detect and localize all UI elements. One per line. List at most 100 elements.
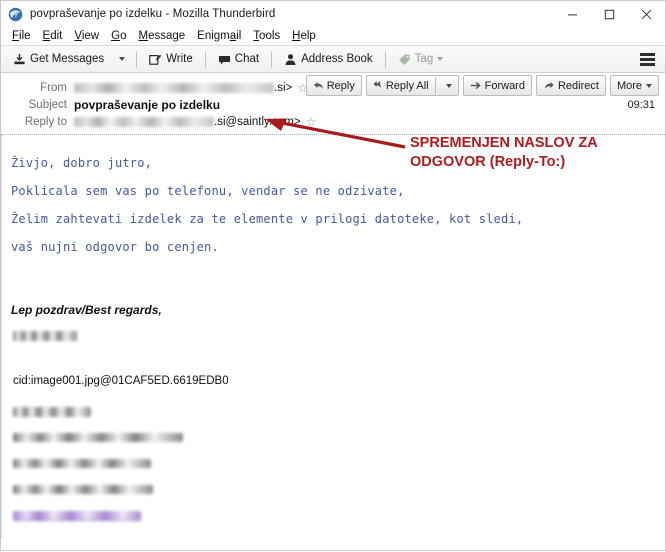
reply-label: Reply <box>326 79 355 92</box>
annotation-text: SPREMENJEN NASLOV ZA ODGOVOR (Reply-To:) <box>410 134 598 172</box>
sender-name-redacted <box>13 331 77 341</box>
write-label: Write <box>166 53 193 65</box>
menu-file[interactable]: File <box>6 27 37 45</box>
chat-button[interactable]: Chat <box>212 49 265 70</box>
minimize-button[interactable] <box>554 1 591 27</box>
menu-file-accel: F <box>12 30 20 42</box>
toolbar-separator-1 <box>136 50 138 68</box>
redirect-button[interactable]: Redirect <box>535 75 606 96</box>
more-button[interactable]: More <box>609 75 659 96</box>
toolbar-separator-3 <box>271 50 273 68</box>
thunderbird-icon <box>8 7 23 21</box>
hamburger-menu-icon[interactable] <box>638 50 657 69</box>
window-controls <box>554 1 665 27</box>
menu-edit[interactable]: Edit <box>37 27 69 45</box>
message-body: Živjo, dobro jutro, Poklicala sem vas po… <box>1 135 665 537</box>
header-row-subject: Subject povpraševanje po izdelku <box>1 96 665 113</box>
from-address-suffix: .si> <box>274 81 293 94</box>
chevron-down-icon <box>445 83 452 88</box>
pencil-compose-icon <box>149 53 162 66</box>
close-button[interactable] <box>628 1 665 27</box>
maximize-button[interactable] <box>591 1 628 27</box>
address-book-label: Address Book <box>301 53 373 65</box>
menu-bar: File Edit View Go Message Enigmail Tools… <box>1 27 665 46</box>
reply-arrow-icon <box>313 80 324 91</box>
chat-label: Chat <box>234 53 260 65</box>
menu-message[interactable]: Message <box>132 27 191 45</box>
tag-button[interactable]: Tag <box>392 49 450 70</box>
close-icon <box>641 9 652 19</box>
reply-all-label: Reply All <box>385 79 429 92</box>
menu-go[interactable]: Go <box>105 27 132 45</box>
body-paragraph-2: Poklicala sem vas po telefonu, vendar se… <box>11 184 405 198</box>
subject-label: Subject <box>28 98 67 111</box>
header-row-reply-to: Reply to .si@saintly.com> ☆ <box>1 113 665 130</box>
menu-view-accel: V <box>74 30 82 42</box>
from-label: From <box>40 81 67 94</box>
get-messages-label: Get Messages <box>30 53 105 65</box>
more-label: More <box>616 79 642 92</box>
menu-help[interactable]: Help <box>286 27 322 45</box>
minimize-icon <box>568 13 577 15</box>
get-messages-dropdown[interactable] <box>110 49 130 70</box>
reply-all-arrow-icon <box>373 79 386 93</box>
forward-label: Forward <box>484 79 525 92</box>
redirect-arrow-icon <box>543 80 555 91</box>
annotation-line-1: SPREMENJEN NASLOV ZA <box>410 135 598 151</box>
maximize-icon <box>604 9 615 19</box>
chevron-down-icon <box>437 57 444 61</box>
signature-block <box>2 407 665 521</box>
sender-name-redacted-block <box>2 331 665 341</box>
reply-to-address-suffix: .si@saintly.com> <box>214 115 301 128</box>
message-header: From .si> ☆ Subject povpraševanje po izd… <box>1 73 665 135</box>
reply-all-dropdown[interactable] <box>436 76 458 95</box>
tag-label: Tag <box>414 53 434 65</box>
reply-to-label: Reply to <box>24 115 67 128</box>
signature-website-link-redacted[interactable] <box>13 511 141 521</box>
thunderbird-window: povpraševanje po izdelku - Mozilla Thund… <box>0 0 666 551</box>
signature-fax-redacted <box>13 485 153 494</box>
toolbar-separator-4 <box>384 50 386 68</box>
person-icon <box>284 53 297 66</box>
write-button[interactable]: Write <box>143 49 199 70</box>
reply-button[interactable]: Reply <box>305 75 362 96</box>
star-outline-icon[interactable]: ☆ <box>306 116 317 128</box>
annotation-line-2: ODGOVOR (Reply-To:) <box>410 154 566 170</box>
get-messages-button[interactable]: Get Messages <box>7 49 110 70</box>
title-bar: povpraševanje po izdelku - Mozilla Thund… <box>1 1 665 27</box>
body-paragraph-3: Želim zahtevati izdelek za te elemente v… <box>11 212 524 226</box>
message-action-buttons: Reply Reply All Forward Redirect More <box>302 75 659 96</box>
from-value[interactable]: .si> ☆ <box>74 82 308 94</box>
from-address-redacted <box>74 82 274 93</box>
tag-icon <box>398 53 411 66</box>
signoff-text: Lep pozdrav/Best regards, <box>11 303 162 317</box>
menu-tools[interactable]: Tools <box>247 27 286 45</box>
redirect-label: Redirect <box>557 79 599 92</box>
signature-address-redacted <box>13 433 183 442</box>
cid-image-reference: cid:image001.jpg@01CAF5ED.6619EDB0 <box>13 375 229 387</box>
toolbar-separator-2 <box>204 50 206 68</box>
reply-all-button[interactable]: Reply All <box>367 76 435 95</box>
reply-all-split-button: Reply All <box>365 75 459 96</box>
menu-file-rest: ile <box>19 30 31 42</box>
signature-company-redacted <box>13 407 91 417</box>
message-time: 09:31 <box>627 99 655 111</box>
menu-enigmail[interactable]: Enigmail <box>191 27 247 45</box>
chevron-down-icon <box>646 83 652 88</box>
speech-bubble-icon <box>218 53 231 66</box>
window-title: povpraševanje po izdelku - Mozilla Thund… <box>30 8 276 20</box>
menu-view[interactable]: View <box>68 27 105 45</box>
body-paragraph-4: vaš nujni odgovor bo cenjen. <box>11 240 219 254</box>
forward-arrow-icon <box>470 80 482 91</box>
reply-to-address-redacted <box>74 116 214 127</box>
download-inbox-icon <box>13 53 26 66</box>
reply-to-value[interactable]: .si@saintly.com> ☆ <box>74 116 316 128</box>
menu-message-accel: M <box>138 30 149 42</box>
chevron-down-icon <box>119 57 126 61</box>
menu-go-accel: G <box>111 30 121 42</box>
forward-button[interactable]: Forward <box>462 75 532 96</box>
main-toolbar: Get Messages Write Chat Address Book Tag <box>1 46 665 73</box>
signature-tel-redacted <box>13 459 151 468</box>
subject-value: povpraševanje po izdelku <box>74 97 221 112</box>
address-book-button[interactable]: Address Book <box>278 49 379 70</box>
